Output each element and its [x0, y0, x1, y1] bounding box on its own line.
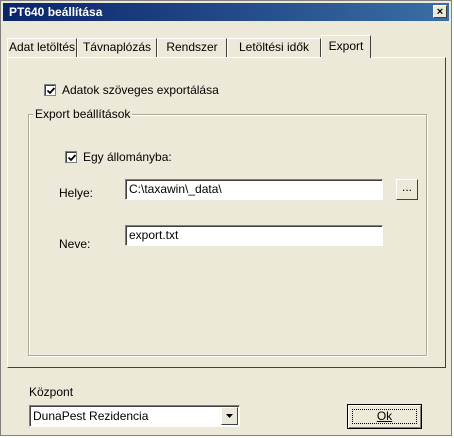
single-file-label: Egy állományba: [83, 150, 172, 164]
settings-dialog: PT640 beállítása × Adat letöltés Távnapl… [0, 0, 452, 436]
tab-rendszer[interactable]: Rendszer [157, 38, 227, 57]
browse-button[interactable]: ... [396, 179, 418, 200]
tab-export[interactable]: Export [321, 35, 371, 58]
export-settings-title: Export beállítások [33, 107, 133, 121]
checkmark-icon [46, 87, 56, 95]
close-icon: × [436, 6, 444, 18]
close-button[interactable]: × [433, 5, 447, 18]
location-input[interactable]: C:\taxawin\_data\ [125, 179, 383, 200]
tab-letoltesi-idok[interactable]: Letöltési idők [227, 38, 321, 57]
window-title: PT640 beállítása [9, 5, 103, 19]
name-label: Neve: [59, 237, 91, 251]
ok-button[interactable]: Ok [347, 404, 422, 429]
checkmark-icon [67, 154, 77, 162]
tab-adat-letoltes[interactable]: Adat letöltés [7, 38, 77, 57]
tab-tavnaplozas[interactable]: Távnaplózás [77, 38, 157, 57]
text-export-checkbox-row[interactable]: Adatok szöveges exportálása [44, 83, 219, 97]
ok-button-label: Ok [376, 409, 393, 423]
center-label: Központ [29, 385, 74, 399]
location-label: Helye: [59, 186, 94, 200]
single-file-checkbox-row[interactable]: Egy állományba: [65, 150, 172, 164]
single-file-checkbox[interactable] [65, 151, 77, 163]
center-dropdown-value: DunaPest Rezidencia [33, 409, 149, 423]
center-dropdown[interactable]: DunaPest Rezidencia [29, 405, 240, 427]
title-bar[interactable]: PT640 beállítása × [3, 3, 449, 21]
file-name-input[interactable]: export.txt [125, 225, 383, 246]
text-export-label: Adatok szöveges exportálása [62, 83, 219, 97]
text-export-checkbox[interactable] [44, 84, 56, 96]
chevron-down-icon [226, 414, 233, 418]
dropdown-button[interactable] [221, 407, 238, 425]
